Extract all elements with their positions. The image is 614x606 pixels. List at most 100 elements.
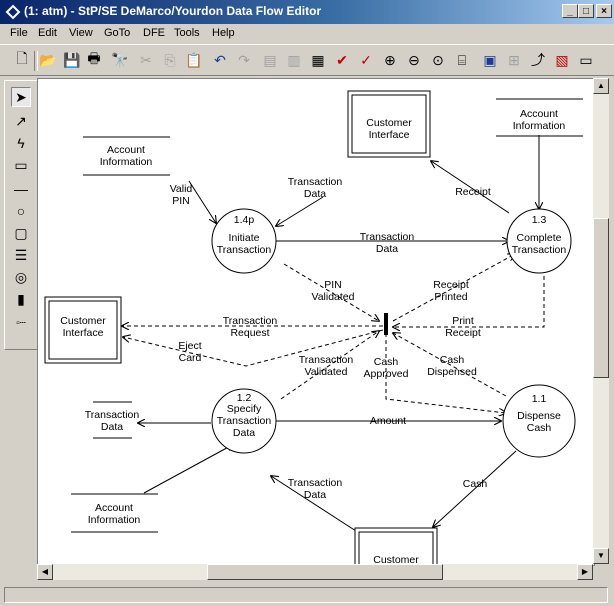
process-label: Specify xyxy=(227,403,262,415)
store-label: Account xyxy=(520,108,558,120)
process-label: Transaction xyxy=(217,415,272,427)
paste-icon[interactable]: 📋 xyxy=(184,50,204,70)
minimize-button[interactable]: _ xyxy=(562,4,578,18)
menu-view[interactable]: View xyxy=(69,27,93,39)
circle-icon[interactable]: ○ xyxy=(11,201,31,221)
flow-label: Cash xyxy=(463,478,488,490)
lightning-icon[interactable]: ϟ xyxy=(11,133,31,153)
flow-label: PIN xyxy=(324,279,342,291)
menu-tools[interactable]: Tools xyxy=(174,27,200,39)
tool-g-icon[interactable]: ⤴ xyxy=(528,50,548,70)
menu-help[interactable]: Help xyxy=(212,27,235,39)
store-label: Account xyxy=(107,144,145,156)
vertical-scrollbar[interactable]: ▲ ▼ xyxy=(593,78,609,564)
process-label: Transaction xyxy=(217,244,272,256)
flow-label: Transaction xyxy=(288,176,343,188)
scroll-right-icon[interactable]: ▶ xyxy=(577,564,593,580)
scroll-left-icon[interactable]: ◀ xyxy=(37,564,53,580)
tool-d-icon[interactable]: ⌸ xyxy=(452,50,472,70)
bar-icon[interactable]: ▮ xyxy=(11,289,31,309)
flow-label: Transaction xyxy=(288,477,343,489)
tool-a-icon[interactable]: ▤ xyxy=(260,50,280,70)
flow-label: Transaction xyxy=(223,315,278,327)
horizontal-scrollbar[interactable]: ◀ ▶ xyxy=(37,564,593,580)
process-label: Initiate xyxy=(229,232,260,244)
terminator-label: Customer xyxy=(366,117,412,129)
tool-c-icon[interactable]: ▦ xyxy=(308,50,328,70)
redo-icon[interactable]: ↷ xyxy=(234,50,254,70)
terminator-label: Interface xyxy=(369,129,410,141)
flow-label: Printed xyxy=(434,291,467,303)
diagram-canvas[interactable]: 1.4p Initiate Transaction 1.3 Complete T… xyxy=(37,78,595,566)
store-label: Account xyxy=(95,502,133,514)
zoom-in-icon[interactable]: ⊕ xyxy=(380,50,400,70)
tool-h-icon[interactable]: ▧ xyxy=(552,50,572,70)
toolbar: 🗋 📂 💾 🖶 🔭 ✂ ⎘ 📋 ↶ ↷ ▤ ▥ ▦ ✔ ✓ ⊕ ⊖ ⊙ ⌸ ▣ … xyxy=(0,44,614,76)
flow-label: Cash xyxy=(440,354,465,366)
rectangle-icon[interactable]: ▭ xyxy=(11,155,31,175)
flow-label: Transaction xyxy=(299,354,354,366)
new-doc-icon[interactable]: 🗋 xyxy=(12,50,32,70)
save-icon[interactable]: 💾 xyxy=(62,50,82,70)
menu-file[interactable]: File xyxy=(10,27,28,39)
flow-arrow-icon[interactable]: ↗ xyxy=(11,111,31,131)
cut-icon[interactable]: ✂ xyxy=(136,50,156,70)
tool-i-icon[interactable]: ▭ xyxy=(576,50,596,70)
flow-label: Validated xyxy=(304,366,347,378)
scroll-down-icon[interactable]: ▼ xyxy=(593,548,609,564)
close-button[interactable]: × xyxy=(596,4,612,18)
process-label: Transaction xyxy=(512,244,567,256)
flow-label: Receipt xyxy=(433,279,469,291)
copy-icon[interactable]: ⎘ xyxy=(160,50,180,70)
check-red2-icon[interactable]: ✓ xyxy=(356,50,376,70)
store-label: Data xyxy=(101,421,123,433)
app-icon xyxy=(5,4,21,20)
undo-icon[interactable]: ↶ xyxy=(210,50,230,70)
menu-edit[interactable]: Edit xyxy=(38,27,57,39)
find-icon[interactable]: 🔭 xyxy=(110,50,130,70)
split-icon[interactable]: ▫┄ xyxy=(11,313,31,333)
maximize-button[interactable]: □ xyxy=(578,4,594,18)
tool-e-icon[interactable]: ▣ xyxy=(480,50,500,70)
process-label: Cash xyxy=(527,422,552,434)
flow-label: Eject xyxy=(178,340,201,352)
flow-label: Valid xyxy=(170,183,193,195)
terminator-label: Customer xyxy=(60,315,106,327)
menu-goto[interactable]: GoTo xyxy=(104,27,130,39)
store-label: Transaction xyxy=(85,409,140,421)
print-icon[interactable]: 🖶 xyxy=(84,50,104,70)
open-folder-icon[interactable]: 📂 xyxy=(38,50,58,70)
flow-valid-pin[interactable] xyxy=(188,180,216,223)
horizontal-scroll-thumb[interactable] xyxy=(207,564,443,580)
check-red-icon[interactable]: ✔ xyxy=(332,50,352,70)
process-label: Dispense xyxy=(517,410,561,422)
status-pane xyxy=(4,587,608,603)
zoom-fit-icon[interactable]: ⊙ xyxy=(428,50,448,70)
flow-txn-data-top[interactable] xyxy=(276,196,324,226)
vertical-scroll-thumb[interactable] xyxy=(593,218,609,378)
scroll-up-icon[interactable]: ▲ xyxy=(593,78,609,94)
control-bar[interactable] xyxy=(384,313,388,335)
double-circle-icon[interactable]: ◎ xyxy=(11,267,31,287)
flow-account-to-specify[interactable] xyxy=(143,444,234,494)
window-title: (1: atm) - StP/SE DeMarco/Yourdon Data F… xyxy=(24,4,322,18)
zoom-out-icon[interactable]: ⊖ xyxy=(404,50,424,70)
line-icon[interactable]: — xyxy=(11,179,31,199)
store-label: Information xyxy=(100,156,153,168)
menu-dfe[interactable]: DFE xyxy=(143,27,165,39)
tool-f-icon[interactable]: ⊞ xyxy=(504,50,524,70)
double-rect-icon[interactable]: ▢ xyxy=(11,223,31,243)
store-label: Information xyxy=(513,120,566,132)
process-label: Complete xyxy=(517,232,562,244)
flow-label: Validated xyxy=(311,291,354,303)
select-arrow-icon[interactable]: ➤ xyxy=(11,87,31,107)
process-id-1-4p: 1.4p xyxy=(234,214,255,226)
flow-label: PIN xyxy=(172,195,190,207)
flow-label: Amount xyxy=(370,415,406,427)
tool-palette: ➤ ↗ ϟ ▭ — ○ ▢ ☰ ◎ ▮ ▫┄ xyxy=(4,80,38,350)
title-bar: (1: atm) - StP/SE DeMarco/Yourdon Data F… xyxy=(0,0,614,24)
store-lines-icon[interactable]: ☰ xyxy=(11,245,31,265)
flow-label: Receipt xyxy=(455,186,491,198)
process-id-1-3: 1.3 xyxy=(532,214,547,226)
tool-b-icon[interactable]: ▥ xyxy=(284,50,304,70)
